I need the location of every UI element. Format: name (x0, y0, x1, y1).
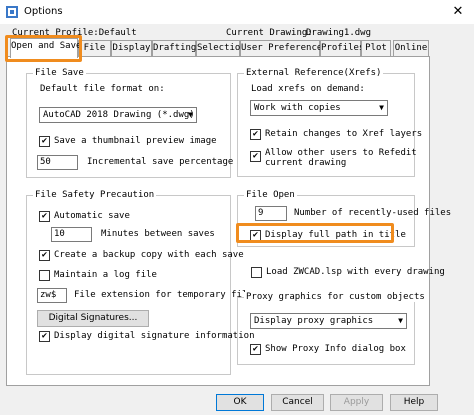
retain-xref-checkbox[interactable]: ✔ (250, 129, 261, 140)
tab-file[interactable]: File (78, 40, 111, 56)
thumbnail-label: Save a thumbnail preview image (54, 136, 217, 146)
tab-drafting[interactable]: Drafting (152, 40, 196, 56)
file-open-title: File Open (244, 190, 297, 200)
current-drawing-label: Current Drawing: (226, 28, 313, 38)
current-drawing: Drawing1.dwg (306, 28, 372, 38)
display-signature-checkbox[interactable]: ✔ (39, 331, 50, 342)
file-safety-title: File Safety Precaution (33, 190, 157, 200)
log-file-label: Maintain a log file (54, 270, 157, 280)
proxy-group: Proxy graphics for custom objects Displa… (237, 292, 427, 365)
tab-display[interactable]: Display (111, 40, 152, 56)
tab-plot[interactable]: Plot (361, 40, 391, 56)
tab-highlight-box (5, 35, 82, 62)
temp-extension-label: File extension for temporary files (74, 290, 259, 300)
retain-xref-label: Retain changes to Xref layers (265, 129, 423, 139)
file-save-title: File Save (33, 68, 86, 78)
tab-profiles[interactable]: Profiles (320, 40, 364, 56)
incremental-save-input[interactable]: 50 (37, 155, 78, 170)
autosave-checkbox[interactable]: ✔ (39, 211, 50, 222)
proxy-title: Proxy graphics for custom objects (244, 292, 427, 302)
cancel-button[interactable]: Cancel (271, 394, 324, 411)
xref-title: External Reference(Xrefs) (244, 68, 384, 78)
tab-selection[interactable]: Selection (196, 40, 246, 56)
load-lsp-checkbox[interactable] (251, 267, 262, 278)
log-file-checkbox[interactable] (39, 270, 50, 281)
proxy-graphics-select[interactable]: Display proxy graphics ▼ (250, 313, 407, 329)
tab-online[interactable]: Online (393, 40, 429, 56)
allow-refedit-checkbox[interactable]: ✔ (250, 151, 261, 162)
chevron-down-icon: ▼ (379, 103, 384, 112)
default-format-select[interactable]: AutoCAD 2018 Drawing (*.dwg) ▼ (39, 107, 197, 123)
ok-button[interactable]: OK (216, 394, 264, 411)
recent-files-input[interactable]: 9 (255, 206, 287, 221)
show-proxy-info-checkbox[interactable]: ✔ (250, 344, 261, 355)
apply-button[interactable]: Apply (330, 394, 383, 411)
xref-group: External Reference(Xrefs) Load xrefs on … (237, 68, 422, 177)
display-signature-label: Display digital signature information (54, 331, 255, 341)
allow-refedit-label-2: current drawing (265, 158, 347, 168)
window-title: Options (24, 6, 63, 17)
chevron-down-icon: ▼ (188, 110, 193, 119)
load-lsp-label: Load ZWCAD.lsp with every drawing (266, 267, 445, 277)
allow-refedit-label: Allow other users to Refedit (265, 148, 417, 158)
help-button[interactable]: Help (390, 394, 438, 411)
temp-extension-input[interactable]: zw$ (37, 288, 67, 303)
digital-signatures-button[interactable]: Digital Signatures... (37, 310, 149, 327)
autosave-minutes-input[interactable]: 10 (51, 227, 92, 242)
file-save-group: File Save Default file format on: AutoCA… (26, 68, 234, 178)
app-icon (6, 6, 18, 18)
autosave-label: Automatic save (54, 211, 130, 221)
tab-user-preferences[interactable]: User Preferences (240, 40, 328, 56)
options-window: Options ✕ Current Profile:Default Curren… (0, 0, 474, 415)
thumbnail-checkbox[interactable]: ✔ (39, 136, 50, 147)
close-icon[interactable]: ✕ (448, 2, 468, 22)
backup-label: Create a backup copy with each save (54, 250, 244, 260)
full-path-highlight-box (236, 223, 394, 243)
title-bar: Options ✕ (0, 0, 474, 24)
backup-checkbox[interactable]: ✔ (39, 250, 50, 261)
xref-load-label: Load xrefs on demand: (251, 84, 365, 94)
tab-panel: File Save Default file format on: AutoCA… (6, 56, 451, 386)
chevron-down-icon: ▼ (398, 316, 403, 325)
incremental-save-label: Incremental save percentage (87, 157, 234, 167)
autosave-minutes-label: Minutes between saves (101, 229, 215, 239)
file-safety-group: File Safety Precaution ✔ Automatic save … (26, 190, 258, 375)
default-format-label: Default file format on: (40, 84, 165, 94)
show-proxy-info-label: Show Proxy Info dialog box (265, 344, 406, 354)
recent-files-label: Number of recently-used files (294, 208, 452, 218)
xref-load-select[interactable]: Work with copies ▼ (250, 100, 388, 116)
